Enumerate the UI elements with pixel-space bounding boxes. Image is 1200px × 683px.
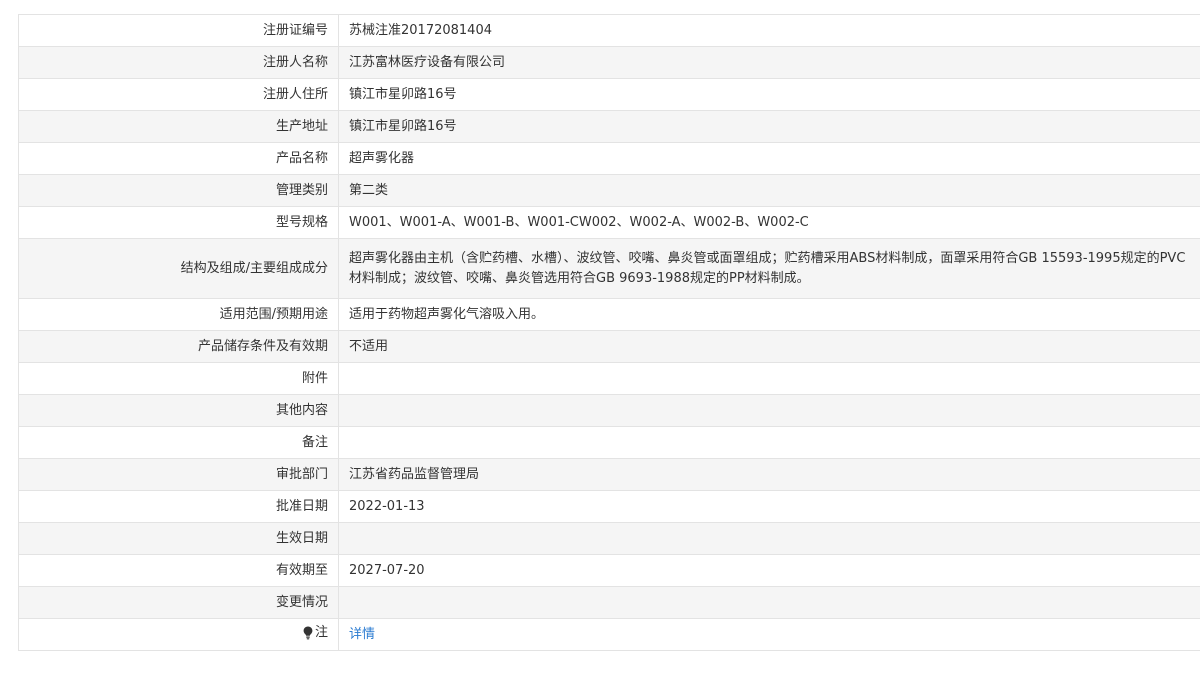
row-value — [338, 426, 1200, 459]
row-label: 型号规格 — [18, 206, 339, 239]
row-label: 产品储存条件及有效期 — [18, 330, 339, 363]
row-note: 注 详情 — [18, 618, 1200, 651]
row-value: 超声雾化器由主机（含贮药槽、水槽）、波纹管、咬嘴、鼻炎管或面罩组成；贮药槽采用A… — [338, 238, 1200, 299]
row-label: 生效日期 — [18, 522, 339, 555]
row-intended-use: 适用范围/预期用途 适用于药物超声雾化气溶吸入用。 — [18, 298, 1200, 331]
row-label: 注册人住所 — [18, 78, 339, 111]
row-value — [338, 586, 1200, 619]
row-label: 审批部门 — [18, 458, 339, 491]
row-value: 镇江市星卯路16号 — [338, 78, 1200, 111]
note-label-text: 注 — [314, 624, 328, 640]
row-management-class: 管理类别 第二类 — [18, 174, 1200, 207]
row-value: 江苏富林医疗设备有限公司 — [338, 46, 1200, 79]
row-valid-until: 有效期至 2027-07-20 — [18, 554, 1200, 587]
note-label: 注 — [303, 623, 328, 643]
row-label: 结构及组成/主要组成成分 — [18, 238, 339, 299]
row-label: 变更情况 — [18, 586, 339, 619]
row-label: 产品名称 — [18, 142, 339, 175]
row-label: 注册证编号 — [18, 14, 339, 47]
row-registration-number: 注册证编号 苏械注准20172081404 — [18, 14, 1200, 47]
row-label: 批准日期 — [18, 490, 339, 523]
row-storage-validity: 产品储存条件及有效期 不适用 — [18, 330, 1200, 363]
row-value: 超声雾化器 — [338, 142, 1200, 175]
row-product-name: 产品名称 超声雾化器 — [18, 142, 1200, 175]
row-attachment: 附件 — [18, 362, 1200, 395]
row-registrant-name: 注册人名称 江苏富林医疗设备有限公司 — [18, 46, 1200, 79]
row-label: 管理类别 — [18, 174, 339, 207]
row-label: 注册人名称 — [18, 46, 339, 79]
row-model-spec: 型号规格 W001、W001-A、W001-B、W001-CW002、W002-… — [18, 206, 1200, 239]
row-value: W001、W001-A、W001-B、W001-CW002、W002-A、W00… — [338, 206, 1200, 239]
row-value: 第二类 — [338, 174, 1200, 207]
row-label: 其他内容 — [18, 394, 339, 427]
details-link[interactable]: 详情 — [349, 627, 375, 642]
row-value: 苏械注准20172081404 — [338, 14, 1200, 47]
row-production-address: 生产地址 镇江市星卯路16号 — [18, 110, 1200, 143]
row-value: 江苏省药品监督管理局 — [338, 458, 1200, 491]
row-value: 适用于药物超声雾化气溶吸入用。 — [338, 298, 1200, 331]
row-value — [338, 394, 1200, 427]
row-label: 生产地址 — [18, 110, 339, 143]
row-other-content: 其他内容 — [18, 394, 1200, 427]
row-label: 有效期至 — [18, 554, 339, 587]
row-effective-date: 生效日期 — [18, 522, 1200, 555]
row-value — [338, 522, 1200, 555]
row-value: 2027-07-20 — [338, 554, 1200, 587]
row-registrant-address: 注册人住所 镇江市星卯路16号 — [18, 78, 1200, 111]
note-value-cell: 详情 — [338, 618, 1200, 651]
row-structure-composition: 结构及组成/主要组成成分 超声雾化器由主机（含贮药槽、水槽）、波纹管、咬嘴、鼻炎… — [18, 238, 1200, 299]
row-label: 适用范围/预期用途 — [18, 298, 339, 331]
row-value — [338, 362, 1200, 395]
row-approval-date: 批准日期 2022-01-13 — [18, 490, 1200, 523]
row-label: 备注 — [18, 426, 339, 459]
note-label-cell: 注 — [18, 618, 339, 651]
row-remarks: 备注 — [18, 426, 1200, 459]
row-label: 附件 — [18, 362, 339, 395]
registration-detail-page: 注册证编号 苏械注准20172081404 注册人名称 江苏富林医疗设备有限公司… — [0, 0, 1200, 683]
row-change-status: 变更情况 — [18, 586, 1200, 619]
row-approval-department: 审批部门 江苏省药品监督管理局 — [18, 458, 1200, 491]
registration-detail-table: 注册证编号 苏械注准20172081404 注册人名称 江苏富林医疗设备有限公司… — [18, 14, 1200, 651]
row-value: 镇江市星卯路16号 — [338, 110, 1200, 143]
row-value: 2022-01-13 — [338, 490, 1200, 523]
lightbulb-icon — [303, 626, 313, 639]
row-value: 不适用 — [338, 330, 1200, 363]
